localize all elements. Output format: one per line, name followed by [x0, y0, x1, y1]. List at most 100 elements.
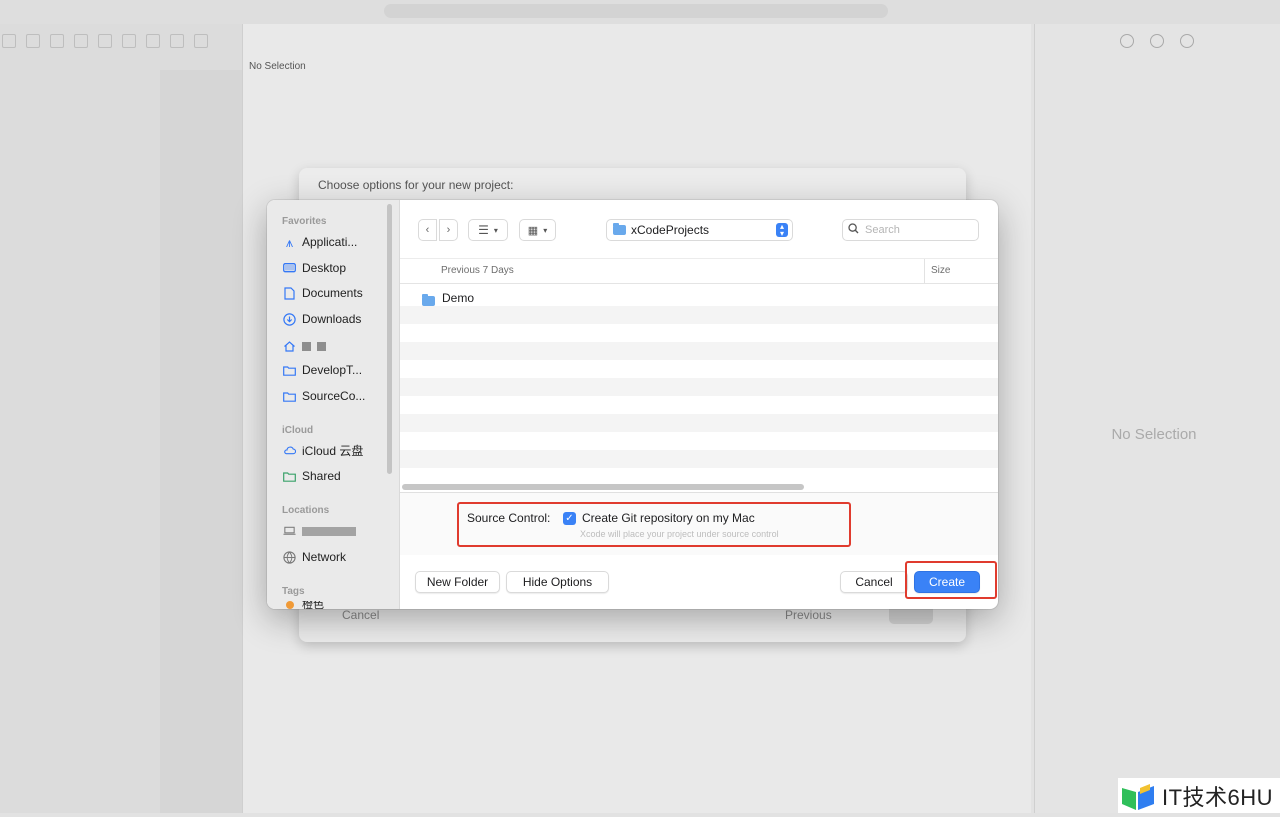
folder-icon	[283, 364, 296, 377]
inspector-no-selection: No Selection	[1111, 426, 1197, 443]
applications-icon: ⩚	[285, 234, 294, 250]
empty-row	[400, 342, 998, 360]
sidebar-item-developt[interactable]: DevelopT...	[283, 360, 391, 380]
folder-icon	[613, 223, 626, 235]
sidebar-item-label: Applicati...	[302, 235, 358, 249]
create-git-checkbox[interactable]: ✓ Create Git repository on my Mac	[563, 511, 755, 525]
sidebar-item-downloads[interactable]: Downloads	[283, 309, 391, 329]
folder-icon	[422, 294, 435, 306]
debug-icon[interactable]	[146, 34, 160, 48]
chevron-down-icon: ▾	[493, 225, 498, 235]
sidebar-item-sourceco[interactable]: SourceCo...	[283, 386, 391, 406]
xcode-activity-bar	[384, 4, 888, 18]
help-icon[interactable]	[1180, 34, 1194, 48]
inspector-tabs	[1120, 34, 1194, 48]
sidebar-item-icloud-drive[interactable]: iCloud 云盘	[283, 440, 391, 460]
sidebar-item-home[interactable]	[283, 336, 391, 356]
sidebar-item-mac[interactable]	[283, 521, 391, 541]
bookmark-icon[interactable]	[50, 34, 64, 48]
sidebar-item-network[interactable]: Network	[283, 547, 391, 567]
chevron-down-icon: ▾	[543, 225, 548, 235]
git-checkbox-label: Create Git repository on my Mac	[582, 511, 755, 525]
sidebar: Favorites ⩚ Applicati... Desktop Documen…	[267, 200, 400, 609]
locations-heading: Locations	[282, 505, 330, 516]
sidebar-item-label: 橙色	[302, 601, 324, 609]
sidebar-item-label: Shared	[302, 469, 341, 483]
cloud-icon	[283, 444, 296, 457]
search-icon	[848, 223, 859, 237]
orange-tag-icon	[283, 601, 296, 609]
sheet-previous-button[interactable]: Previous	[785, 608, 832, 622]
create-button[interactable]: Create	[914, 571, 980, 593]
sidebar-item-label: Downloads	[302, 312, 362, 326]
sidebar-item-label: iCloud 云盘	[302, 443, 364, 458]
sheet-cancel-button[interactable]: Cancel	[342, 608, 379, 622]
source-control-icon[interactable]	[26, 34, 40, 48]
navigator-tabs	[0, 34, 208, 48]
file-row[interactable]: Demo	[400, 288, 998, 306]
chevron-left-icon: ‹	[425, 224, 430, 236]
warning-icon[interactable]	[98, 34, 112, 48]
checkmark-icon: ✓	[563, 511, 576, 525]
sidebar-item-label: Documents	[302, 286, 363, 300]
list-icon: ☰	[478, 223, 489, 237]
watermark: IT技术6HU	[1118, 778, 1280, 813]
column-size-header[interactable]: Size	[931, 265, 950, 276]
watermark-text: IT技术6HU	[1162, 784, 1274, 810]
folder-icon[interactable]	[2, 34, 16, 48]
watermark-logo	[1120, 782, 1156, 810]
empty-row	[400, 450, 998, 468]
redacted-name	[302, 341, 311, 351]
history-icon[interactable]	[1150, 34, 1164, 48]
sidebar-item-documents[interactable]: Documents	[283, 283, 391, 303]
test-icon[interactable]	[122, 34, 136, 48]
search-icon[interactable]	[74, 34, 88, 48]
breakpoint-icon[interactable]	[170, 34, 184, 48]
location-popup[interactable]: xCodeProjects ▴ ▾	[606, 219, 793, 241]
xcode-inspector	[1034, 24, 1280, 813]
search-field[interactable]: Search	[842, 219, 979, 241]
folder-icon	[283, 390, 296, 403]
chevron-right-icon: ›	[446, 224, 451, 236]
file-name: Demo	[442, 291, 475, 305]
file-inspector-icon[interactable]	[1120, 34, 1134, 48]
view-grid-button[interactable]: ▦ ▾	[519, 219, 556, 241]
computer-icon	[283, 525, 296, 538]
save-panel: Favorites ⩚ Applicati... Desktop Documen…	[267, 200, 998, 609]
download-icon	[283, 312, 296, 326]
view-list-button[interactable]: ☰ ▾	[468, 219, 508, 241]
forward-button[interactable]: ›	[439, 219, 458, 241]
sidebar-item-label: DevelopT...	[302, 363, 363, 377]
hide-options-button[interactable]: Hide Options	[506, 571, 609, 593]
shared-folder-icon	[283, 470, 296, 483]
document-icon	[283, 286, 296, 300]
popup-stepper-icon: ▴ ▾	[776, 223, 788, 238]
tags-heading: Tags	[282, 586, 305, 597]
empty-row	[400, 306, 998, 324]
sidebar-item-shared[interactable]: Shared	[283, 466, 391, 486]
column-name-header[interactable]: Previous 7 Days	[441, 265, 514, 276]
sidebar-item-label: SourceCo...	[302, 389, 366, 403]
sidebar-item-tag-orange[interactable]: 橙色	[283, 601, 391, 609]
network-icon	[283, 550, 296, 564]
redacted-name	[317, 341, 326, 351]
horizontal-scrollbar[interactable]	[402, 484, 804, 490]
grid-icon: ▦	[527, 224, 539, 237]
location-popup-label: xCodeProjects	[631, 223, 710, 237]
report-icon[interactable]	[194, 34, 208, 48]
cancel-button[interactable]: Cancel	[840, 571, 908, 593]
sidebar-item-applications[interactable]: ⩚ Applicati...	[283, 232, 391, 252]
sidebar-item-desktop[interactable]: Desktop	[283, 258, 391, 278]
file-list-header: Previous 7 Days Size	[400, 258, 998, 284]
sheet-title: Choose options for your new project:	[318, 178, 514, 192]
redacted-name	[302, 526, 356, 536]
favorites-heading: Favorites	[282, 216, 327, 227]
sidebar-scrollbar[interactable]	[387, 204, 392, 474]
empty-row	[400, 414, 998, 432]
editor-no-selection: No Selection	[249, 61, 306, 72]
search-placeholder: Search	[865, 224, 900, 236]
new-folder-button[interactable]: New Folder	[415, 571, 500, 593]
back-button[interactable]: ‹	[418, 219, 437, 241]
xcode-navigator-panel	[160, 70, 242, 813]
sidebar-item-label: Network	[302, 550, 347, 564]
